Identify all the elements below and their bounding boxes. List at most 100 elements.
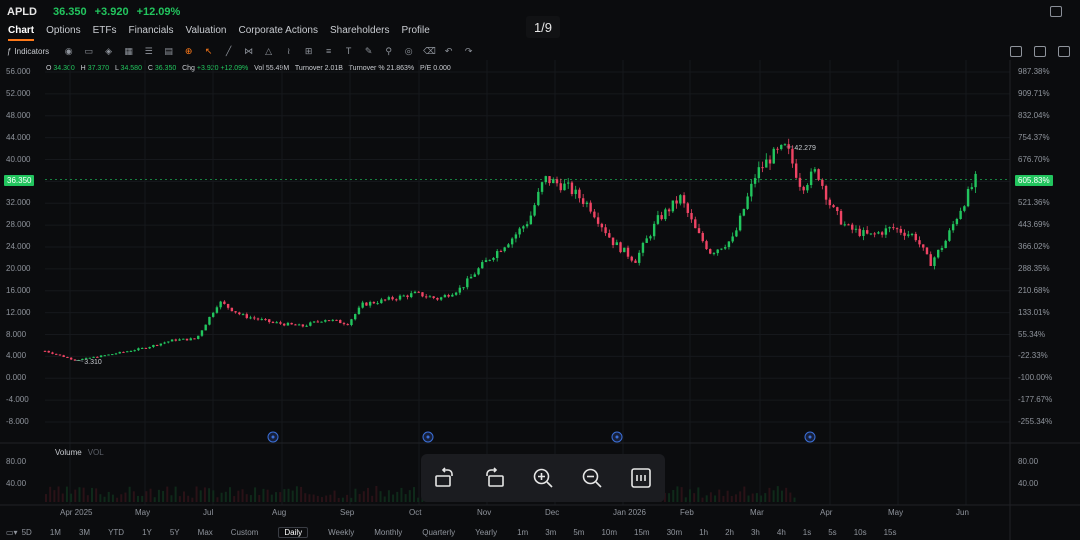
volume-bar — [208, 488, 211, 502]
timeframe-2h[interactable]: 2h — [725, 528, 734, 537]
candle-body — [832, 205, 835, 208]
candle-body — [851, 224, 854, 230]
x-tick-label: Jul — [203, 508, 214, 517]
candle-body — [481, 262, 484, 269]
timeframe-15m[interactable]: 15m — [634, 528, 650, 537]
y-tick-label-percent: 521.36% — [1018, 198, 1050, 208]
candle-body — [294, 324, 297, 326]
volume-bar — [241, 489, 244, 502]
candle-body — [731, 236, 734, 242]
volume-bar — [86, 495, 89, 502]
timeframe-5y[interactable]: 5Y — [170, 528, 180, 537]
candle-body — [656, 215, 660, 224]
candle-body — [282, 323, 286, 326]
candle-body — [226, 303, 230, 308]
volume-bar — [224, 491, 227, 502]
timeframe-30m[interactable]: 30m — [667, 528, 683, 537]
timeframe-weekly[interactable]: Weekly — [328, 528, 354, 537]
volume-bar — [333, 490, 336, 502]
y-tick-label-percent: 909.71% — [1018, 88, 1050, 98]
zoom-out-icon[interactable] — [580, 466, 604, 490]
candle-body — [843, 224, 846, 226]
candle-body — [839, 211, 843, 225]
volume-bar — [709, 492, 712, 502]
rotate-right-icon[interactable] — [482, 466, 506, 490]
timeframe-10m[interactable]: 10m — [601, 528, 617, 537]
timeframe-3m[interactable]: 3m — [545, 528, 556, 537]
x-tick-label: Apr — [820, 508, 833, 517]
candle-body — [361, 302, 364, 308]
timeframe-3m[interactable]: 3M — [79, 528, 90, 537]
volume-bar — [320, 497, 323, 502]
candle-body — [66, 356, 69, 358]
y-tick-label-percent: 366.02% — [1018, 242, 1050, 251]
timeframe-quarterly[interactable]: Quarterly — [422, 528, 455, 537]
timeframe-daily[interactable]: Daily — [278, 526, 309, 538]
timeframe-10s[interactable]: 10s — [854, 528, 867, 537]
timeframe-1y[interactable]: 1Y — [142, 528, 152, 537]
candle-body — [873, 233, 876, 235]
timeframe-4h[interactable]: 4h — [777, 528, 786, 537]
y-tick-label: -4.000 — [6, 395, 29, 405]
candle-body — [578, 189, 581, 199]
candle-body — [809, 171, 813, 186]
timeframe-1s[interactable]: 1s — [803, 528, 811, 537]
timeframe-3h[interactable]: 3h — [751, 528, 760, 537]
volume-bar — [111, 494, 114, 502]
timeframe-yearly[interactable]: Yearly — [475, 528, 497, 537]
candle-body — [510, 238, 514, 245]
candle-body — [499, 251, 503, 253]
volume-bar — [668, 493, 671, 502]
timeframe-1m[interactable]: 1M — [50, 528, 61, 537]
x-tick-label: May — [135, 508, 151, 517]
candle-body — [813, 169, 817, 172]
timeframe-5s[interactable]: 5s — [828, 528, 836, 537]
volume-bar — [404, 494, 407, 502]
candle-body — [649, 236, 652, 239]
timeframe-5m[interactable]: 5m — [573, 528, 584, 537]
candle-body — [395, 299, 398, 301]
calendar-icon[interactable]: ▭▾ — [6, 528, 18, 537]
candle-body — [309, 322, 312, 326]
candle-body — [895, 228, 899, 230]
fit-screen-icon[interactable] — [629, 466, 653, 490]
y-tick-label: 8.000 — [6, 329, 27, 339]
candle-body — [630, 256, 633, 261]
candle-body — [159, 343, 163, 346]
volume-bar — [366, 487, 369, 502]
timeframe-ytd[interactable]: YTD — [108, 528, 124, 537]
candle-body — [697, 228, 701, 234]
timeframe-5d[interactable]: 5D — [22, 528, 32, 537]
event-marker-dot — [426, 435, 430, 439]
zoom-in-icon[interactable] — [531, 466, 555, 490]
candle-body — [410, 293, 413, 298]
candle-body — [62, 355, 65, 357]
candle-body — [200, 330, 204, 336]
volume-bar — [325, 495, 328, 502]
timeframe-custom[interactable]: Custom — [231, 528, 259, 537]
candle-body — [641, 242, 645, 253]
candle-body — [559, 183, 562, 191]
candle-body — [783, 144, 787, 146]
timeframe-1h[interactable]: 1h — [699, 528, 708, 537]
timeframe-15s[interactable]: 15s — [884, 528, 897, 537]
volume-bar — [375, 486, 378, 502]
volume-bar — [739, 491, 742, 502]
candle-body — [555, 179, 559, 184]
candle-body — [241, 314, 245, 316]
candle-body — [279, 322, 282, 324]
timeframe-monthly[interactable]: Monthly — [374, 528, 402, 537]
candle-body — [290, 322, 293, 325]
candle-body — [798, 177, 802, 187]
candle-body — [215, 307, 219, 313]
candle-body — [780, 144, 783, 150]
volume-bar — [237, 490, 240, 502]
timeframe-1m[interactable]: 1m — [517, 528, 528, 537]
timeframe-max[interactable]: Max — [198, 528, 213, 537]
rotate-left-icon[interactable] — [433, 466, 457, 490]
candle-body — [664, 209, 667, 220]
candle-body — [548, 176, 551, 184]
volume-bar — [412, 487, 415, 502]
candle-body — [757, 167, 761, 179]
candle-body — [585, 202, 589, 204]
